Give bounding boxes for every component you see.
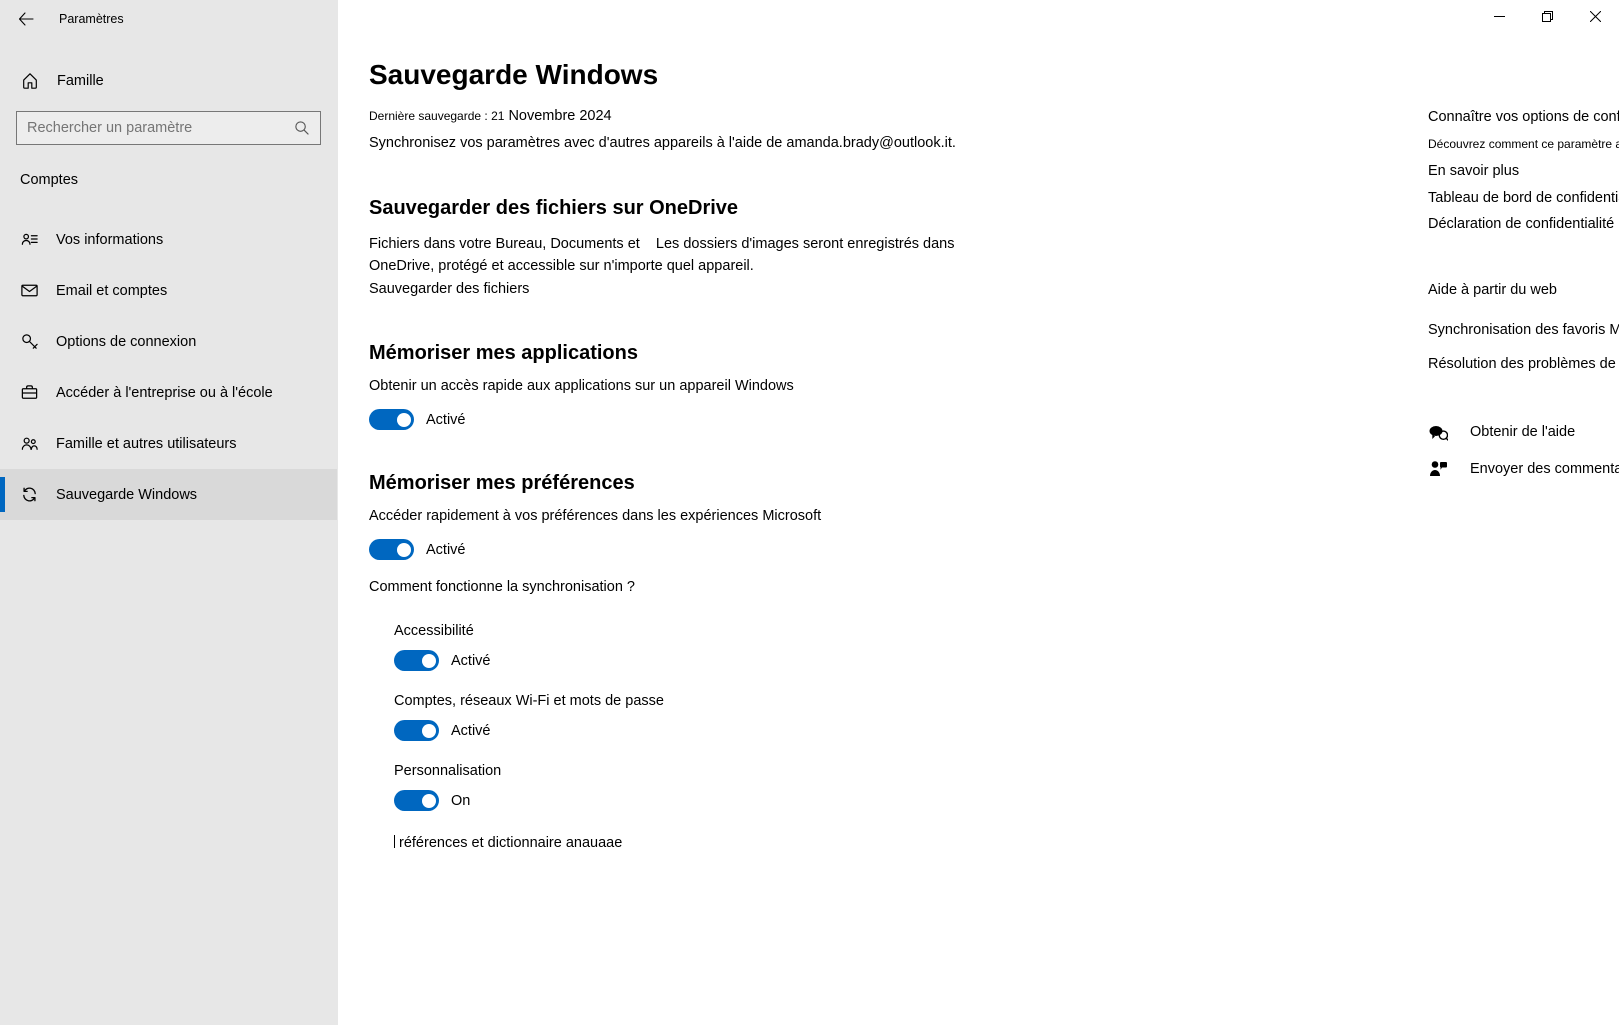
close-icon (1590, 11, 1601, 22)
mail-icon (20, 281, 39, 300)
titlebar: Paramètres (0, 0, 337, 37)
sync-icon (20, 485, 39, 504)
search-box[interactable] (16, 111, 321, 145)
people-icon (20, 434, 39, 453)
nav-windows-backup[interactable]: Sauvegarde Windows (0, 469, 337, 520)
content: Sauvegarde Windows Dernière sauvegarde :… (338, 59, 1058, 1025)
maximize-button[interactable] (1523, 0, 1571, 32)
home-icon (20, 71, 39, 90)
pref-personalization-toggle[interactable] (394, 790, 439, 811)
webhelp-heading: Aide à partir du web (1428, 282, 1619, 298)
sync-description: Synchronisez vos paramètres avec d'autre… (369, 133, 1058, 154)
prefs-heading: Mémoriser mes préférences (369, 472, 1058, 495)
nav-label: Sauvegarde Windows (56, 487, 197, 503)
prefs-desc: Accéder rapidement à vos préférences dan… (369, 508, 1058, 524)
nav-label: Email et comptes (56, 283, 167, 299)
pref-toggle-label: Activé (451, 723, 491, 739)
onedrive-text-a: Fichiers dans votre Bureau, Documents et (369, 236, 644, 252)
apps-toggle[interactable] (369, 409, 414, 430)
webhelp-onedrive-sync[interactable]: Résolution des problèmes de Synchronisat… (1428, 353, 1619, 375)
feedback-action[interactable]: Envoyer des commentaires (1428, 459, 1619, 479)
pref-personalization: Personnalisation On (394, 763, 1058, 811)
window-title: Paramètres (59, 12, 124, 26)
pref-group: Accessibilité Activé Comptes, réseaux Wi… (369, 623, 1058, 851)
how-sync-works-link[interactable]: Comment fonctionne la synchronisation ? (369, 579, 1058, 595)
apps-section: Mémoriser mes applications Obtenir un ac… (369, 342, 1058, 430)
nav-label: Famille et autres utilisateurs (56, 436, 237, 452)
apps-toggle-label: Activé (426, 412, 466, 428)
rail-actions: Obtenir de l'aide Envoyer des commentair… (1428, 422, 1619, 479)
last-backup: Dernière sauvegarde : 21 Novembre 2024 (369, 108, 1058, 124)
nav-label: Accéder à l'entreprise ou à l'école (56, 385, 273, 401)
pref-accounts-wifi: Comptes, réseaux Wi-Fi et mots de passe … (394, 693, 1058, 741)
nav-label: Options de connexion (56, 334, 196, 350)
onedrive-heading: Sauvegarder des fichiers sur OneDrive (369, 197, 1058, 220)
pref-accounts-wifi-toggle[interactable] (394, 720, 439, 741)
pref-truncated: références et dictionnaire anauaae (394, 835, 1058, 851)
nav-email-accounts[interactable]: Email et comptes (0, 265, 337, 316)
briefcase-icon (20, 383, 39, 402)
apps-heading: Mémoriser mes applications (369, 342, 1058, 365)
app-root: Paramètres Famille Comptes Vos inform (0, 0, 1619, 1025)
back-button[interactable] (18, 11, 34, 27)
window-controls (1475, 0, 1619, 32)
home-label: Famille (57, 73, 104, 89)
arrow-left-icon (18, 11, 34, 27)
pref-title: Comptes, réseaux Wi-Fi et mots de passe (394, 693, 1058, 709)
prefs-toggle-label: Activé (426, 542, 466, 558)
privacy-statement-link[interactable]: Déclaration de confidentialité (1428, 213, 1619, 235)
nav-work-school[interactable]: Accéder à l'entreprise ou à l'école (0, 367, 337, 418)
onedrive-section: Sauvegarder des fichiers sur OneDrive Fi… (369, 197, 1058, 300)
help-icon (1428, 422, 1448, 442)
feedback-label: Envoyer des commentaires (1470, 461, 1619, 477)
prefs-section: Mémoriser mes préférences Accéder rapide… (369, 472, 1058, 851)
nav-your-info[interactable]: Vos informations (0, 214, 337, 265)
last-backup-prefix: Dernière sauvegarde : 21 (369, 109, 504, 123)
onedrive-text: Fichiers dans votre Bureau, Documents et… (369, 233, 969, 278)
last-backup-suffix: Novembre 2024 (504, 108, 611, 124)
privacy-dashboard-link[interactable]: Tableau de bord de confidentialité (1428, 187, 1619, 209)
pref-toggle-label: On (451, 793, 470, 809)
nav-label: Vos informations (56, 232, 163, 248)
main: Sauvegarde Windows Dernière sauvegarde :… (338, 0, 1619, 1025)
privacy-heading: Connaître vos options de confidentialité (1428, 109, 1619, 125)
pref-accessibility-toggle[interactable] (394, 650, 439, 671)
right-rail: Connaître vos options de confidentialité… (1428, 109, 1619, 496)
minimize-button[interactable] (1475, 0, 1523, 32)
maximize-icon (1542, 11, 1553, 22)
minimize-icon (1494, 11, 1505, 22)
pref-title: Accessibilité (394, 623, 1058, 639)
nav: Vos informations Email et comptes Option… (0, 214, 337, 520)
search-icon (294, 120, 310, 136)
sidebar: Paramètres Famille Comptes Vos inform (0, 0, 338, 1025)
get-help-label: Obtenir de l'aide (1470, 424, 1575, 440)
key-icon (20, 332, 39, 351)
webhelp-edge-sync[interactable]: Synchronisation des favoris Microsoft Ed… (1428, 319, 1619, 341)
pref-toggle-label: Activé (451, 653, 491, 669)
webhelp-block: Aide à partir du web Synchronisation des… (1428, 282, 1619, 376)
search-wrap (0, 100, 337, 156)
privacy-block: Connaître vos options de confidentialité… (1428, 109, 1619, 236)
search-input[interactable] (27, 120, 294, 136)
nav-family-users[interactable]: Famille et autres utilisateurs (0, 418, 337, 469)
close-button[interactable] (1571, 0, 1619, 32)
feedback-icon (1428, 459, 1448, 479)
prefs-toggle[interactable] (369, 539, 414, 560)
person-card-icon (20, 230, 39, 249)
pref-accessibility: Accessibilité Activé (394, 623, 1058, 671)
privacy-learn-more[interactable]: En savoir plus (1428, 160, 1619, 182)
nav-signin-options[interactable]: Options de connexion (0, 316, 337, 367)
apps-desc: Obtenir un accès rapide aux applications… (369, 378, 1058, 394)
category-label: Comptes (0, 160, 337, 200)
get-help-action[interactable]: Obtenir de l'aide (1428, 422, 1619, 442)
privacy-text: Découvrez comment ce paramètre a un impa… (1428, 135, 1619, 154)
backup-files-link[interactable]: Sauvegarder des fichiers (369, 278, 969, 300)
home-row[interactable]: Famille (0, 61, 337, 100)
page-title: Sauvegarde Windows (369, 59, 1058, 91)
pref-title: Personnalisation (394, 763, 1058, 779)
